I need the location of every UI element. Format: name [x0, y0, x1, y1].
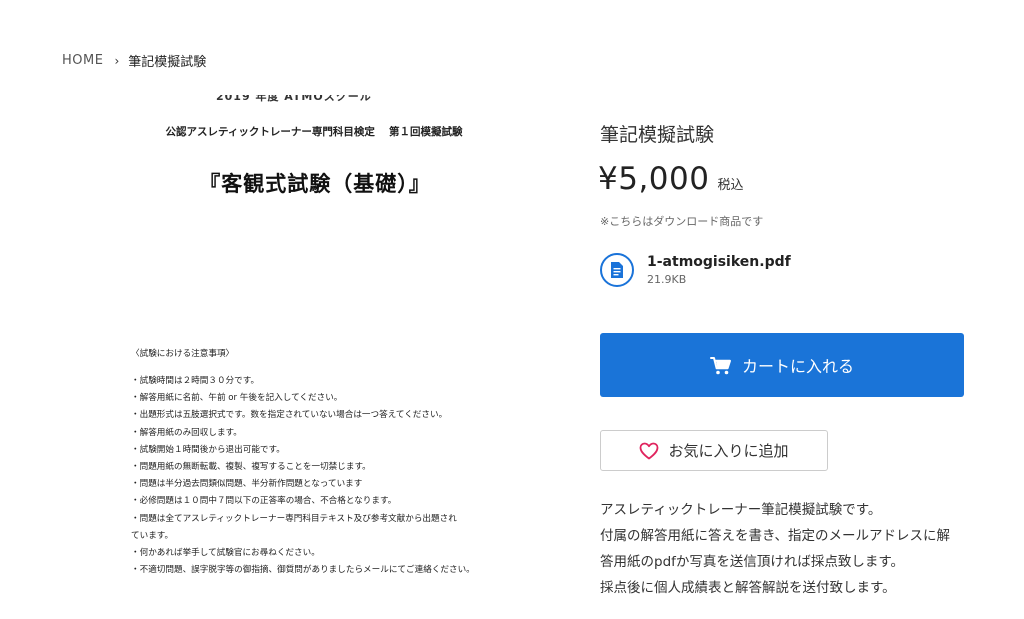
- preview-notes: 〈試験における注意事項〉 ・試験時間は２時間３０分です。 ・解答用紙に名前、午前…: [131, 347, 511, 579]
- add-to-favorites-button[interactable]: お気に入りに追加: [600, 430, 828, 471]
- preview-notes-title: 〈試験における注意事項〉: [131, 349, 235, 359]
- preview-note: ・何かあれば挙手して試験官にお尋ねください。: [131, 548, 320, 559]
- preview-title: 『客観式試験（基礎）』: [199, 172, 431, 196]
- tax-label: 税込: [717, 178, 744, 193]
- description-line: 採点後に個人成績表と解答解説を送付致します。: [600, 580, 896, 596]
- breadcrumb-home-link[interactable]: HOME: [62, 53, 103, 68]
- preview-note: ・不適切問題、誤字脱字等の御指摘、御質問がありましたらメールにてご連絡ください。: [131, 565, 475, 576]
- preview-note: ・問題用紙の無断転載、複製、複写することを一切禁じます。: [131, 462, 371, 473]
- product-image[interactable]: 2019 年度 ATMOスクール 公認アスレティックトレーナー専門科目検定 第１…: [90, 95, 530, 605]
- download-file: 1-atmogisiken.pdf 21.9KB: [600, 253, 791, 287]
- document-icon: [600, 253, 634, 287]
- preview-note: ・出題形式は五肢選択式です。数を指定されていない場合は一つ答えてください。: [131, 410, 448, 421]
- product-price: ¥5,000: [598, 161, 710, 197]
- preview-note: ています。: [131, 530, 174, 541]
- preview-heading: 公認アスレティックトレーナー専門科目検定 第１回模擬試験: [165, 126, 463, 138]
- cart-icon: [709, 356, 732, 375]
- preview-cut-text: 2019 年度 ATMOスクール: [216, 95, 372, 103]
- breadcrumb-current: 筆記模擬試験: [128, 55, 207, 70]
- heart-icon: [639, 442, 659, 460]
- add-to-favorites-label: お気に入りに追加: [668, 442, 789, 460]
- preview-note: ・試験開始１時間後から退出可能です。: [131, 444, 285, 455]
- description-line: 付属の解答用紙に答えを書き、指定のメールアドレスに解: [600, 528, 951, 544]
- description-line: 答用紙のpdfか写真を送信頂ければ採点致します。: [600, 554, 905, 570]
- preview-note: ・問題は全てアスレティックトレーナー専門科目テキスト及び参考文献から出題され: [131, 513, 457, 524]
- breadcrumb: HOME › 筆記模擬試験: [62, 51, 206, 70]
- file-size: 21.9KB: [647, 273, 687, 286]
- preview-note: ・問題は半分過去問類似問題、半分新作問題となっています: [131, 479, 363, 490]
- add-to-cart-label: カートに入れる: [741, 357, 854, 376]
- preview-note: ・解答用紙のみ回収します。: [131, 427, 242, 438]
- price-row: ¥5,000 税込: [598, 161, 744, 197]
- description-line: アスレティックトレーナー筆記模擬試験です。: [600, 502, 882, 518]
- preview-note: ・解答用紙に名前、午前 or 午後を記入してください。: [131, 393, 343, 404]
- preview-note: ・必修問題は１０問中７問以下の正答率の場合、不合格となります。: [131, 496, 397, 507]
- breadcrumb-separator-icon: ›: [114, 53, 120, 68]
- add-to-cart-button[interactable]: カートに入れる: [600, 333, 964, 397]
- download-note: ※こちらはダウンロード商品です: [600, 215, 764, 228]
- file-name: 1-atmogisiken.pdf: [647, 254, 791, 270]
- product-title: 筆記模擬試験: [600, 124, 715, 146]
- preview-note: ・試験時間は２時間３０分です。: [131, 376, 260, 386]
- product-description: アスレティックトレーナー筆記模擬試験です。 付属の解答用紙に答えを書き、指定のメ…: [600, 497, 1010, 601]
